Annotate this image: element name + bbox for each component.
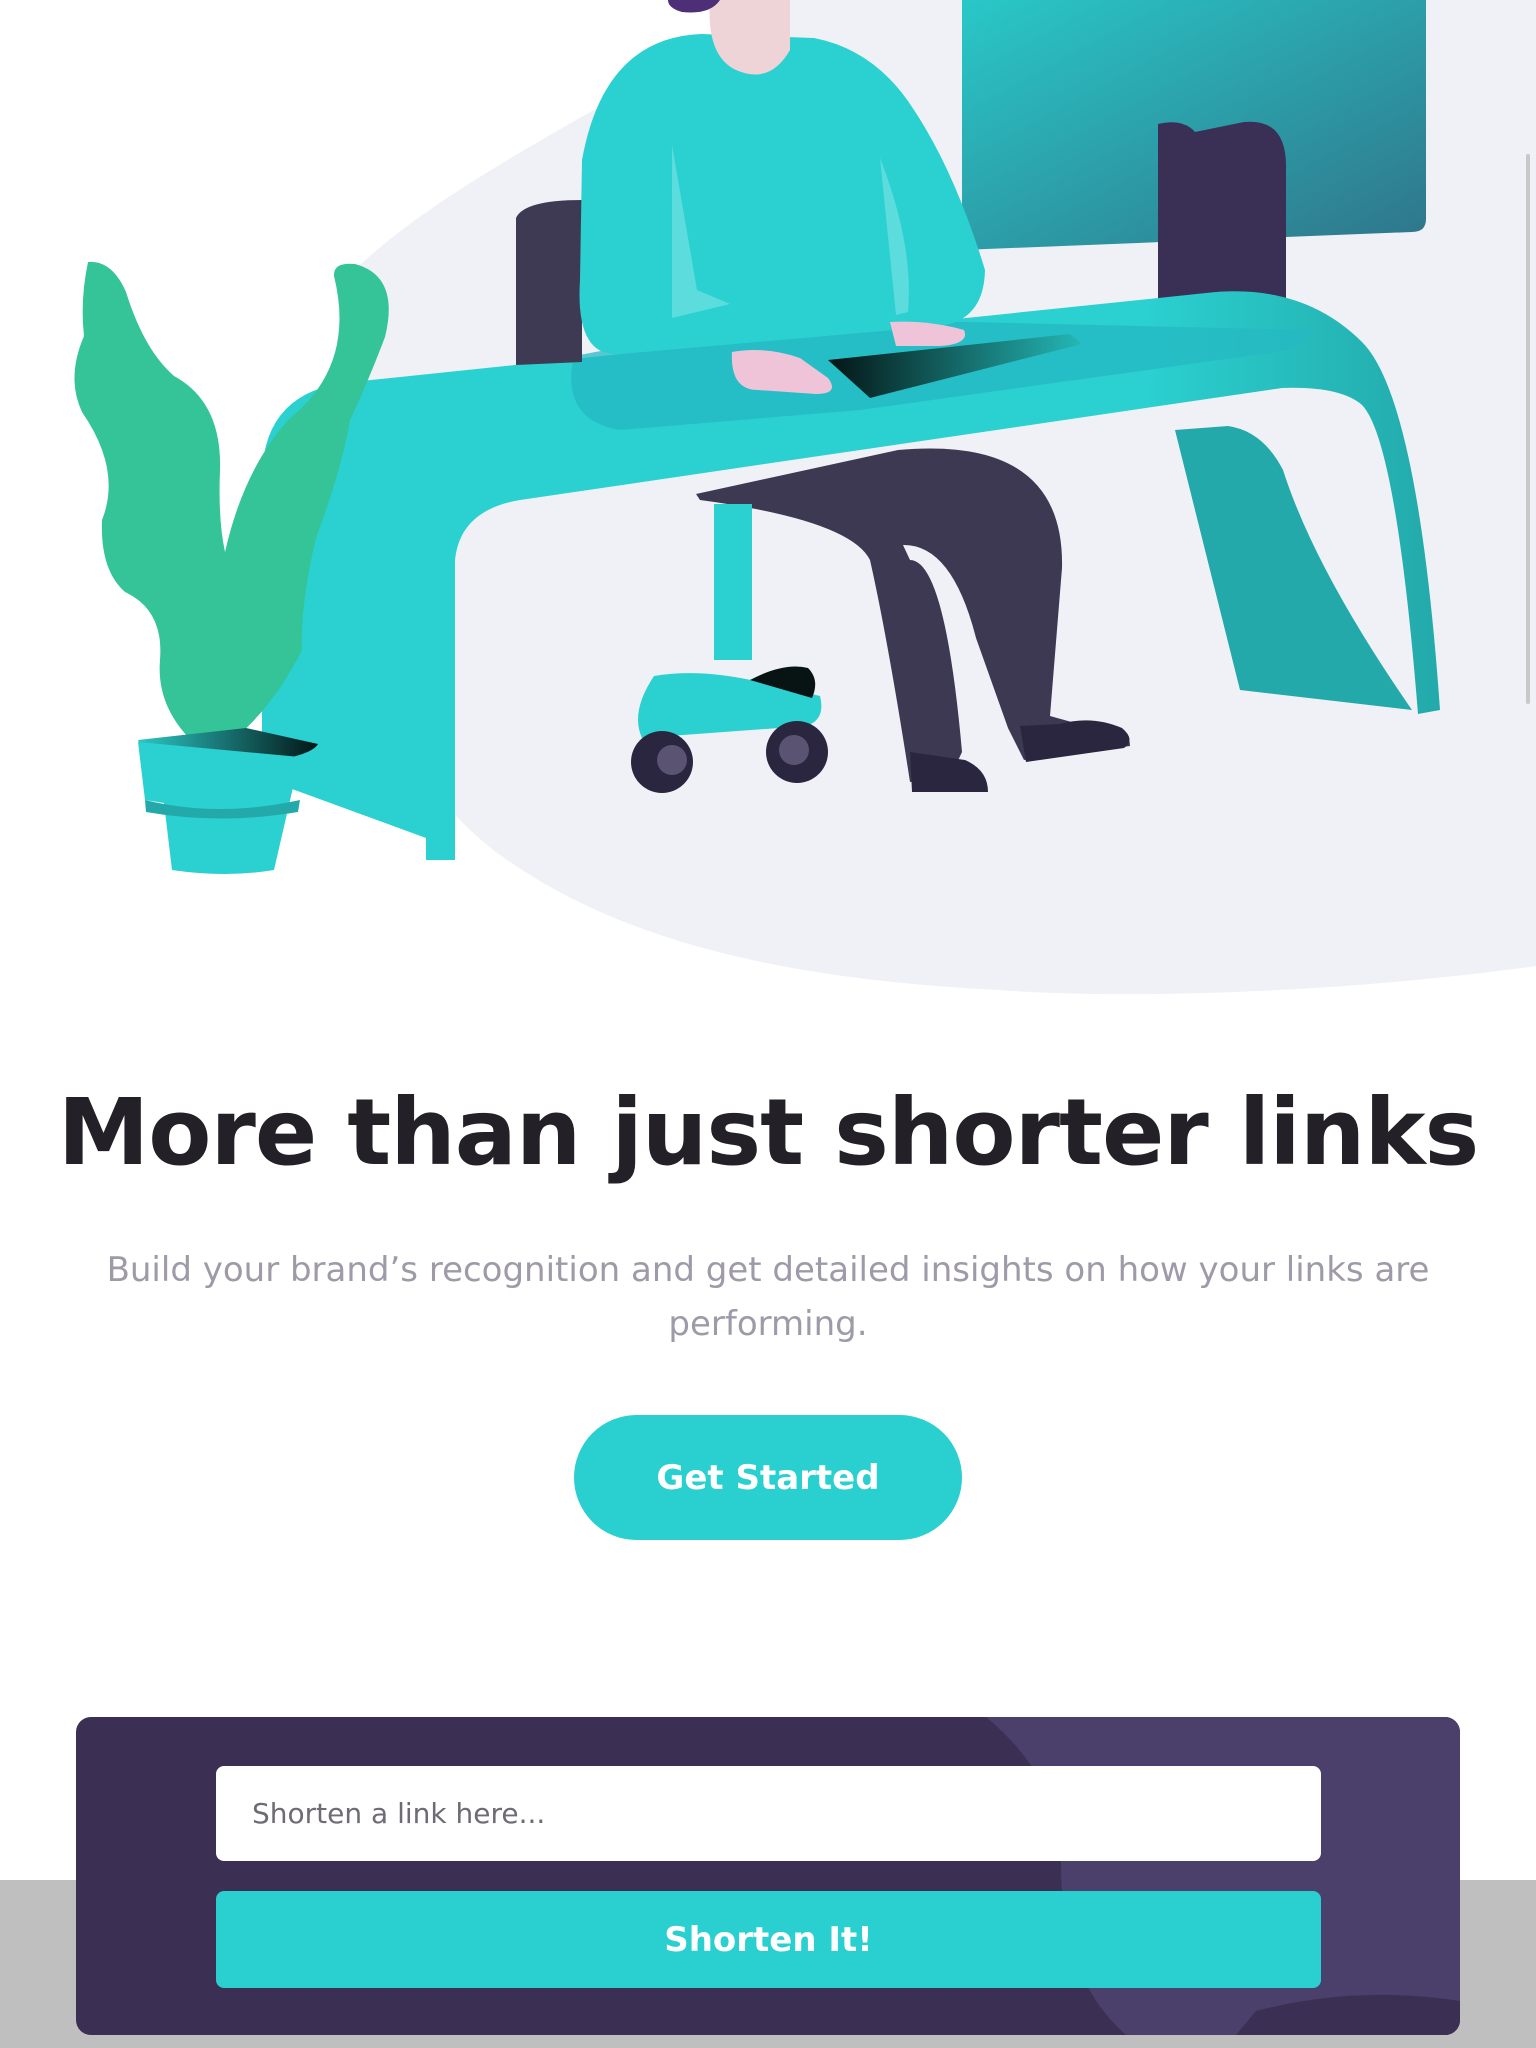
shorten-it-button[interactable]: Shorten It! (216, 1891, 1321, 1988)
link-input[interactable] (216, 1766, 1321, 1861)
page-scrollbar-thumb[interactable] (1526, 154, 1530, 704)
get-started-button[interactable]: Get Started (574, 1415, 962, 1540)
landing-page: More than just shorter links Build your … (0, 0, 1536, 2048)
hero-section: More than just shorter links Build your … (0, 1078, 1536, 1351)
hero-description: Build your brand’s recognition and get d… (106, 1250, 1430, 1344)
chair-wheel-right-hub-icon (779, 735, 809, 765)
chair-back-shape (516, 200, 582, 365)
working-person-illustration (74, 0, 1536, 995)
link-shortener-panel: Shorten It! (76, 1717, 1460, 2035)
chair-wheel-left-hub-icon (657, 745, 687, 775)
hero-title: More than just shorter links (57, 1079, 1480, 1186)
chair-stem-shape (714, 504, 752, 660)
